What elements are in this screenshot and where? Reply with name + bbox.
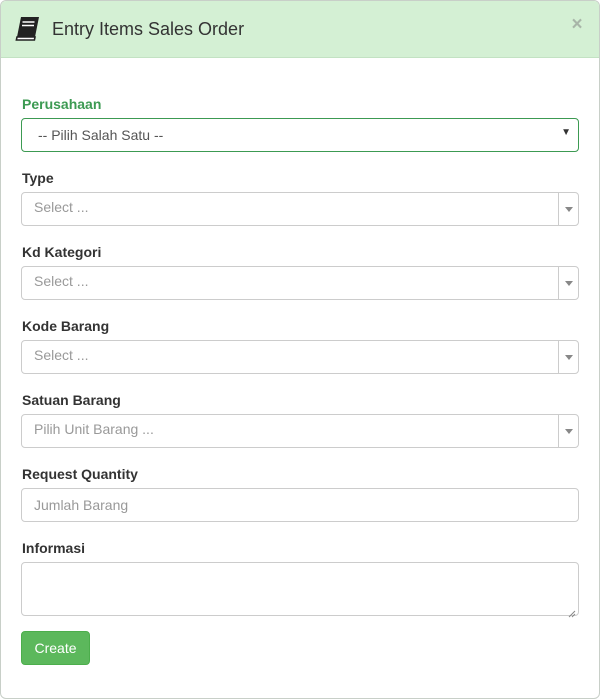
kd-kategori-select-toggle[interactable] (558, 267, 578, 299)
informasi-label: Informasi (22, 540, 86, 556)
caret-down-icon: ▼ (561, 127, 571, 138)
request-quantity-input[interactable]: Jumlah Barang (21, 488, 579, 522)
request-quantity-label: Request Quantity (22, 466, 138, 482)
perusahaan-select-value: -- Pilih Salah Satu -- (38, 127, 164, 143)
kd-kategori-label: Kd Kategori (22, 244, 102, 260)
satuan-barang-select-toggle[interactable] (558, 415, 578, 447)
resize-handle-icon[interactable] (568, 605, 576, 618)
chevron-down-icon (565, 429, 573, 434)
request-quantity-placeholder: Jumlah Barang (34, 497, 129, 513)
create-button[interactable]: Create (21, 631, 90, 665)
type-select-placeholder: Select ... (34, 199, 89, 215)
book-icon (14, 15, 42, 43)
modal-header: Entry Items Sales Order × (1, 1, 599, 58)
perusahaan-select[interactable]: -- Pilih Salah Satu -- ▼ (21, 118, 579, 152)
informasi-textarea[interactable] (21, 562, 579, 618)
satuan-barang-select[interactable]: Pilih Unit Barang ... (21, 414, 579, 448)
chevron-down-icon (565, 281, 573, 286)
satuan-barang-label: Satuan Barang (22, 392, 121, 408)
kode-barang-select-toggle[interactable] (558, 341, 578, 373)
type-select[interactable]: Select ... (21, 192, 579, 226)
kode-barang-select-placeholder: Select ... (34, 347, 89, 363)
chevron-down-icon (565, 355, 573, 360)
type-select-toggle[interactable] (558, 193, 578, 225)
perusahaan-label: Perusahaan (22, 96, 102, 112)
chevron-down-icon (565, 207, 573, 212)
kode-barang-label: Kode Barang (22, 318, 110, 334)
modal-title: Entry Items Sales Order (52, 19, 245, 39)
satuan-barang-select-placeholder: Pilih Unit Barang ... (34, 421, 154, 437)
close-button[interactable]: × (569, 14, 585, 36)
kode-barang-select[interactable]: Select ... (21, 340, 579, 374)
type-label: Type (22, 170, 54, 186)
entry-items-modal: Entry Items Sales Order × Perusahaan -- … (0, 0, 600, 699)
kd-kategori-select-placeholder: Select ... (34, 273, 89, 289)
kd-kategori-select[interactable]: Select ... (21, 266, 579, 300)
